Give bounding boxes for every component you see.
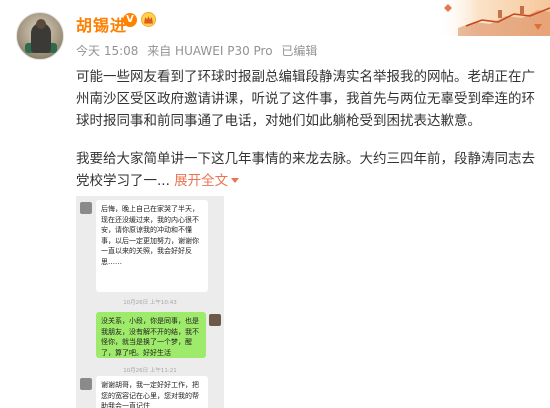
chat-screenshot-image[interactable]: 后悔，晚上自己在家哭了半天，现在还没缓过来，我的内心很不安，请你原谅我的冲动和不… xyxy=(76,196,224,408)
chevron-down-icon xyxy=(231,178,240,183)
post-source: 来自 HUAWEI P30 Pro xyxy=(147,44,273,58)
edited-label[interactable]: 已编辑 xyxy=(281,44,317,58)
expand-full-text-link[interactable]: 展开全文 xyxy=(174,173,240,189)
user-name[interactable]: 胡锡进 xyxy=(76,12,127,36)
chat-bubble-3: 谢谢胡哥，我一定好好工作，把您的宽容记在心里，您对我的帮助我会一直记住 xyxy=(96,376,208,408)
post-meta: 今天 15:08 来自 HUAWEI P30 Pro 已编辑 xyxy=(76,42,322,59)
user-avatar[interactable] xyxy=(16,12,64,60)
chat-avatar-left xyxy=(80,202,92,214)
post-ellipsis: ... xyxy=(157,173,170,189)
chat-timestamp-1: 10月26日 上午10:43 xyxy=(123,300,177,306)
post-header: 胡锡进 V 今天 15:08 来自 HUAWEI P30 Pro 已编辑 xyxy=(0,0,550,64)
post-paragraph-2-text: 我要给大家简单讲一下这几年事情的来龙去脉。大约三四年前，段静涛同志去党校学习了一 xyxy=(76,151,535,189)
avatar-head xyxy=(36,19,46,29)
chat-bubble-2: 没关系，小段，你是同事，也是我朋友，没有解不开的结，我不怪你，就当是换了一个梦，… xyxy=(96,312,206,358)
post-paragraph-1: 可能一些网友看到了环球时报副总编辑段静涛实名举报我的网帖。老胡正在广州南沙区受区… xyxy=(76,69,535,129)
crown-icon xyxy=(141,12,156,27)
post-time[interactable]: 今天 15:08 xyxy=(76,44,138,58)
expand-label: 展开全文 xyxy=(174,173,229,189)
chat-avatar-right xyxy=(209,314,221,326)
verified-badge-icon: V xyxy=(123,13,137,27)
great-wall-banner-icon xyxy=(438,0,550,36)
chat-timestamp-2: 10月26日 上午11:21 xyxy=(123,368,177,374)
chat-avatar-left-2 xyxy=(80,378,92,390)
chat-bubble-1: 后悔，晚上自己在家哭了半天，现在还没缓过来，我的内心很不安，请你原谅我的冲动和不… xyxy=(96,200,208,292)
post-paragraph-2: 我要给大家简单讲一下这几年事情的来龙去脉。大约三四年前，段静涛同志去党校学习了一… xyxy=(76,148,536,192)
